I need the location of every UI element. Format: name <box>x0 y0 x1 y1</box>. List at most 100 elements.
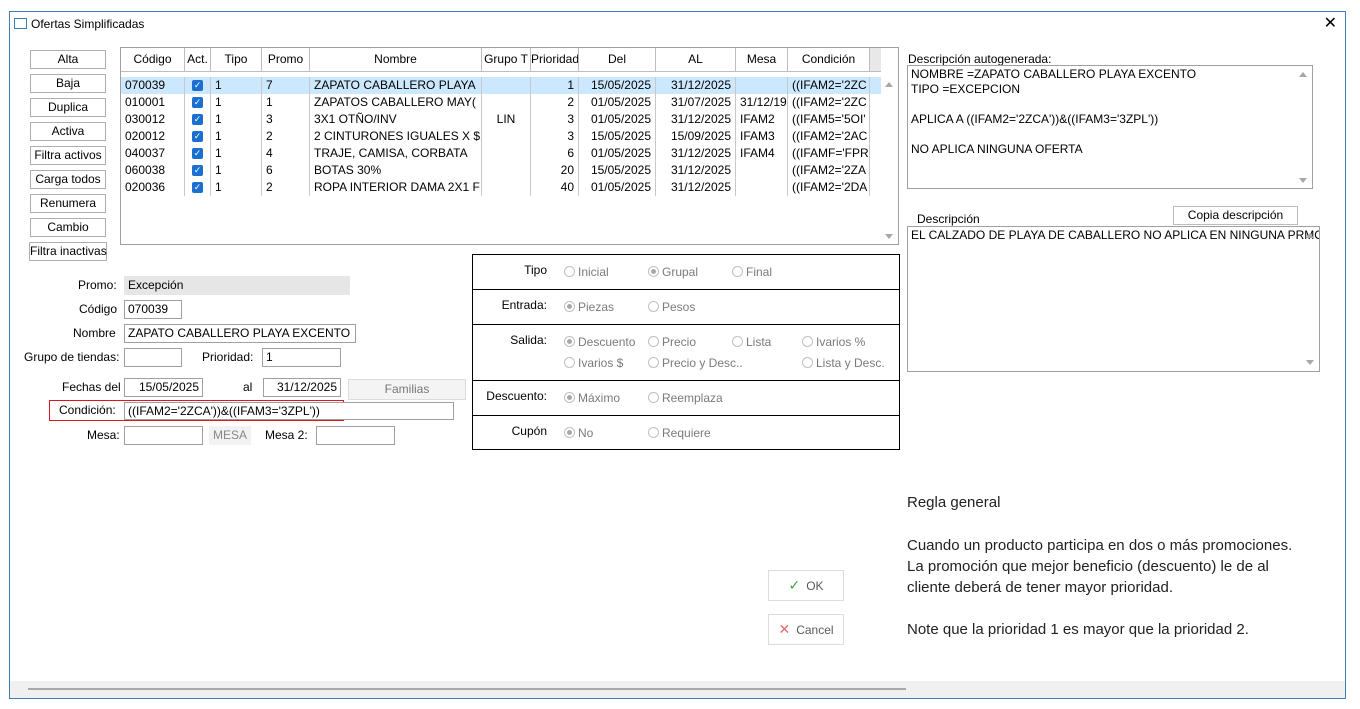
col-header-codigo[interactable]: Código <box>121 48 185 72</box>
table-row[interactable]: 020012 ✓ 1 2 2 CINTURONES IGUALES X $1 3 15/05… <box>121 128 883 145</box>
radio-final[interactable]: Final <box>732 265 772 279</box>
col-header-del[interactable]: Del <box>579 48 656 72</box>
cell-del: 01/05/2025 <box>579 111 656 128</box>
col-header-promo[interactable]: Promo <box>262 48 310 72</box>
radio-dot <box>802 336 813 348</box>
promo-label: Promo: <box>78 278 117 292</box>
checkbox-checked-icon[interactable]: ✓ <box>192 130 203 142</box>
col-header-al[interactable]: AL <box>656 48 736 72</box>
descripcion-textarea[interactable]: EL CALZADO DE PLAYA DE CABALLERO NO APLI… <box>907 226 1320 372</box>
radio-lista[interactable]: Lista <box>732 335 771 349</box>
cancel-button[interactable]: ✕ Cancel <box>768 614 844 645</box>
close-icon[interactable]: ✕ <box>1324 14 1337 34</box>
radio-precio-desc[interactable]: Precio y Desc.. <box>648 356 743 370</box>
descripcion-scroll-up-icon[interactable] <box>1306 233 1314 238</box>
descuento-group: Descuento: Máximo Reemplaza <box>472 380 900 415</box>
col-header-act[interactable]: Act. <box>185 48 211 72</box>
cell-grupo <box>482 162 531 179</box>
scroll-down-icon[interactable] <box>885 234 893 239</box>
rule-line-2: La promoción que mejor beneficio (descue… <box>907 558 1269 575</box>
checkbox-checked-icon[interactable]: ✓ <box>192 164 203 176</box>
ok-button[interactable]: ✓ OK <box>768 570 844 601</box>
mesa-button[interactable]: MESA <box>209 426 251 445</box>
descripcion-scroll-down-icon[interactable] <box>1306 360 1314 365</box>
hscroll-thumb[interactable] <box>28 688 906 690</box>
col-header-condicion[interactable]: Condición <box>788 48 870 72</box>
table-row[interactable]: 070039 ✓ 1 7 ZAPATO CABALLERO PLAYA 1 15/05/20… <box>121 77 883 94</box>
copia-descripcion-button[interactable]: Copia descripción <box>1173 206 1298 225</box>
nombre-field[interactable]: ZAPATO CABALLERO PLAYA EXCENTO <box>124 324 356 343</box>
fecha-del-field[interactable]: 15/05/2025 <box>124 378 203 397</box>
familias-button[interactable]: Familias <box>348 379 466 400</box>
table-row[interactable]: 010001 ✓ 1 1 ZAPATOS CABALLERO MAY(2 01/05/20… <box>121 94 883 111</box>
table-row[interactable]: 040037 ✓ 1 4 TRAJE, CAMISA, CORBATA 6 01/05/20… <box>121 145 883 162</box>
cell-promo: 7 <box>262 77 310 94</box>
radio-piezas[interactable]: Piezas <box>564 300 614 314</box>
radio-dot <box>648 357 659 369</box>
checkbox-checked-icon[interactable]: ✓ <box>192 113 203 125</box>
cell-mesa: IFAM4 <box>736 145 788 162</box>
window-hscrollbar[interactable] <box>10 681 1345 698</box>
cell-codigo: 030012 <box>121 111 185 128</box>
cell-al: 15/09/2025 <box>656 128 736 145</box>
grupo-tiendas-field[interactable] <box>124 348 182 367</box>
cell-tipo: 1 <box>211 128 262 145</box>
radio-no[interactable]: No <box>564 426 593 440</box>
table-row[interactable]: 060038 ✓ 1 6 BOTAS 30% 20 15/05/2025 31/12/2025… <box>121 162 883 179</box>
cell-tipo: 1 <box>211 77 262 94</box>
mesa2-field[interactable] <box>316 426 395 445</box>
cambio-button[interactable]: Cambio <box>30 218 106 237</box>
radio-maximo[interactable]: Máximo <box>564 391 620 405</box>
offers-grid[interactable]: Código Act. Tipo Promo Nombre Grupo T Pr… <box>120 47 899 245</box>
radio-lista-desc[interactable]: Lista y Desc. <box>802 356 885 370</box>
radio-ivarios-dollar[interactable]: Ivarios $ <box>564 356 623 370</box>
table-row[interactable]: 020036 ✓ 1 2 ROPA INTERIOR DAMA 2X1 F 40 01/05… <box>121 179 883 196</box>
radio-ivarios-pct[interactable]: Ivarios % <box>802 335 865 349</box>
checkbox-checked-icon[interactable]: ✓ <box>192 181 203 193</box>
rule-line-4: Note que la prioridad 1 es mayor que la … <box>907 621 1249 638</box>
cupon-group: Cupón No Requiere <box>472 415 900 450</box>
scroll-up-icon[interactable] <box>885 82 893 87</box>
radio-requiere[interactable]: Requiere <box>648 426 711 440</box>
codigo-field[interactable]: 070039 <box>124 300 182 319</box>
radio-dot <box>648 427 659 439</box>
checkbox-checked-icon[interactable]: ✓ <box>192 79 203 91</box>
mesa-field[interactable] <box>124 426 203 445</box>
col-header-mesa[interactable]: Mesa <box>736 48 788 72</box>
autogen-scroll-down-icon[interactable] <box>1299 178 1307 183</box>
condicion-label: Condición: <box>59 403 116 417</box>
carga-todos-button[interactable]: Carga todos <box>30 170 106 189</box>
col-header-prioridad[interactable]: Prioridad <box>531 48 579 72</box>
fecha-al-field[interactable]: 31/12/2025 <box>263 378 341 397</box>
cell-al: 31/12/2025 <box>656 162 736 179</box>
radio-pesos[interactable]: Pesos <box>648 300 695 314</box>
autogen-scroll-up-icon[interactable] <box>1299 72 1307 77</box>
table-row[interactable]: 030012 ✓ 1 3 3X1 OTÑO/INV LIN 3 01/05/2025 31/12… <box>121 111 883 128</box>
radio-inicial[interactable]: Inicial <box>564 265 609 279</box>
checkbox-checked-icon[interactable]: ✓ <box>192 147 203 159</box>
filtra-inactivas-button[interactable]: Filtra inactivas <box>29 242 107 261</box>
filtra-activos-button[interactable]: Filtra activos <box>30 146 106 165</box>
radio-dot <box>564 266 575 278</box>
cell-codigo: 060038 <box>121 162 185 179</box>
autogen-textarea[interactable]: NOMBRE =ZAPATO CABALLERO PLAYA EXCENTO T… <box>907 65 1313 189</box>
radio-descuento[interactable]: Descuento <box>564 335 635 349</box>
col-header-tipo[interactable]: Tipo <box>211 48 262 72</box>
renumera-button[interactable]: Renumera <box>30 194 106 213</box>
prioridad-field[interactable]: 1 <box>262 348 341 367</box>
tipo-group: Tipo Inicial Grupal Final <box>472 254 900 289</box>
radio-precio[interactable]: Precio <box>648 335 696 349</box>
baja-button[interactable]: Baja <box>30 74 106 93</box>
ok-label: OK <box>806 579 824 593</box>
col-header-grupo[interactable]: Grupo T <box>482 48 531 72</box>
checkbox-checked-icon[interactable]: ✓ <box>192 96 203 108</box>
activa-button[interactable]: Activa <box>30 122 106 141</box>
duplica-button[interactable]: Duplica <box>30 98 106 117</box>
grid-vscrollbar[interactable] <box>881 48 898 244</box>
col-header-nombre[interactable]: Nombre <box>310 48 482 72</box>
alta-button[interactable]: Alta <box>30 50 106 69</box>
radio-dot-selected <box>564 427 575 439</box>
radio-grupal[interactable]: Grupal <box>648 265 698 279</box>
condicion-field[interactable]: ((IFAM2='2ZCA'))&((IFAM3='3ZPL')) <box>124 402 454 420</box>
radio-reemplaza[interactable]: Reemplaza <box>648 391 723 405</box>
